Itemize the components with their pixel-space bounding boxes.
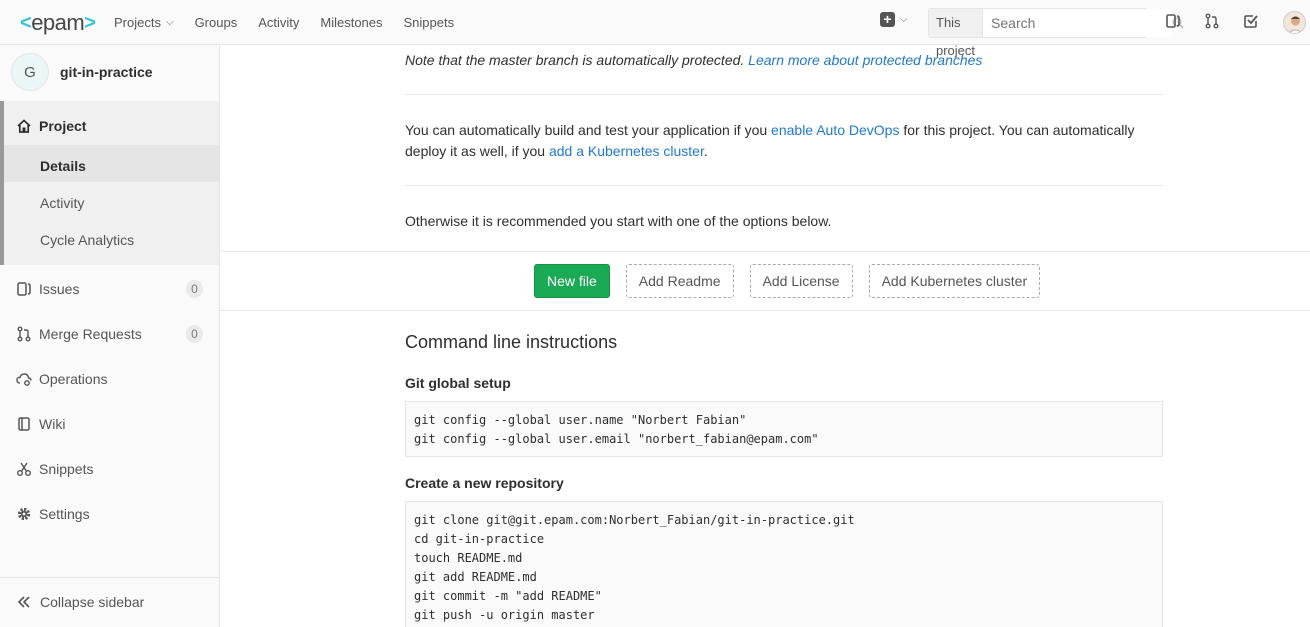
double-chevron-left-icon <box>16 594 32 613</box>
protected-branches-link[interactable]: Learn more about protected branches <box>748 52 982 68</box>
create-repo-code[interactable]: git clone git@git.epam.com:Norbert_Fabia… <box>405 501 1163 627</box>
protected-branch-note: Note that the master branch is automatic… <box>405 52 983 68</box>
divider <box>220 251 1310 252</box>
add-license-button[interactable]: Add License <box>749 264 853 298</box>
book-icon <box>16 416 32 432</box>
enable-auto-devops-link[interactable]: enable Auto DevOps <box>771 122 899 138</box>
sidebar-item-operations[interactable]: Operations <box>0 369 219 389</box>
todo-icon[interactable] <box>1243 13 1261 31</box>
sidebar-item-snippets[interactable]: Snippets <box>0 459 219 479</box>
merge-request-icon[interactable] <box>1204 13 1222 31</box>
sidebar-subitem-activity[interactable]: Activity <box>0 193 219 213</box>
sidebar-item-issues[interactable]: Issues 0 <box>0 279 219 299</box>
chevron-down-icon: ⌵ <box>900 14 908 25</box>
top-nav: Projects ⌵ Groups Activity Milestones Sni… <box>114 0 475 45</box>
merge-request-icon <box>16 326 32 342</box>
add-kubernetes-cluster-link[interactable]: add a Kubernetes cluster <box>549 143 704 159</box>
cli-instructions-title: Command line instructions <box>405 332 618 352</box>
merge-requests-count-badge: 0 <box>186 325 203 343</box>
nav-activity[interactable]: Activity <box>258 15 299 30</box>
divider <box>220 310 1310 311</box>
project-avatar: G <box>11 53 49 91</box>
sidebar-item-settings[interactable]: Settings <box>0 504 219 524</box>
add-kubernetes-cluster-button[interactable]: Add Kubernetes cluster <box>868 264 1041 298</box>
nav-milestones[interactable]: Milestones <box>320 15 382 30</box>
create-repo-title: Create a new repository <box>405 475 564 491</box>
sidebar: G git-in-practice Project Details Activi… <box>0 45 220 627</box>
plus-square-icon: + <box>880 12 895 27</box>
project-name[interactable]: git-in-practice <box>60 64 153 80</box>
sidebar-item-wiki[interactable]: Wiki <box>0 414 219 434</box>
project-context-header[interactable]: G git-in-practice <box>11 53 153 91</box>
search-box: This project <box>928 8 1184 58</box>
issues-icon <box>16 281 32 297</box>
divider <box>405 185 1163 186</box>
nav-snippets[interactable]: Snippets <box>404 15 455 30</box>
top-navbar: < epam > Projects ⌵ Groups Activity Milesto… <box>0 0 1310 58</box>
search-scope-label[interactable]: This project <box>929 9 984 58</box>
issues-count-badge: 0 <box>186 280 203 298</box>
nav-groups[interactable]: Groups <box>195 15 238 30</box>
sidebar-subitem-cycle-analytics[interactable]: Cycle Analytics <box>0 230 219 250</box>
issues-icon[interactable] <box>1165 13 1183 31</box>
epam-logo[interactable]: < epam > <box>20 9 96 37</box>
git-global-setup-code[interactable]: git config --global user.name "Norbert F… <box>405 401 1163 457</box>
new-file-button[interactable]: New file <box>534 264 610 298</box>
add-readme-button[interactable]: Add Readme <box>625 264 734 298</box>
main-content: Note that the master branch is automatic… <box>220 45 1310 627</box>
user-avatar[interactable] <box>1283 11 1306 34</box>
new-dropdown-button[interactable]: + ⌵ <box>880 12 908 27</box>
search-input[interactable] <box>983 9 1173 37</box>
divider <box>405 94 1163 95</box>
sidebar-subitem-details[interactable]: Details <box>0 156 219 176</box>
git-global-setup-title: Git global setup <box>405 375 511 391</box>
options-note: Otherwise it is recommended you start wi… <box>405 213 832 229</box>
scissors-icon <box>16 461 32 477</box>
home-icon <box>16 118 32 134</box>
auto-devops-note: You can automatically build and test you… <box>405 122 1135 159</box>
collapse-sidebar-button[interactable]: Collapse sidebar <box>0 577 219 627</box>
gear-icon <box>16 506 32 522</box>
sidebar-item-merge-requests[interactable]: Merge Requests 0 <box>0 324 219 344</box>
cloud-gear-icon <box>16 371 32 387</box>
empty-repo-actions: New file Add Readme Add License Add Kube… <box>534 264 1041 298</box>
sidebar-item-project[interactable]: Project <box>0 116 219 136</box>
chevron-down-icon: ⌵ <box>165 17 174 28</box>
nav-projects[interactable]: Projects ⌵ <box>114 15 174 30</box>
